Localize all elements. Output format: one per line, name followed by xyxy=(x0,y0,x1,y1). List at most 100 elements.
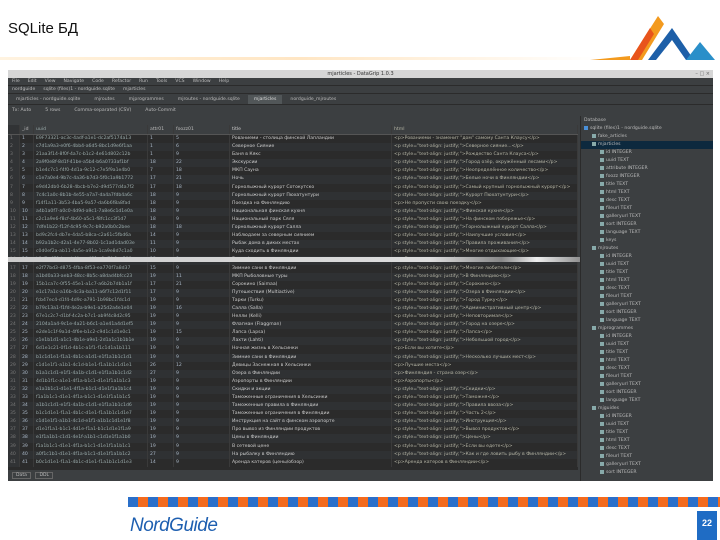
cell-uuid[interactable]: a4b1a0f7-a0c0-4d9d-a9c1-7a8e6c1d1e0a xyxy=(34,207,148,216)
tree-item[interactable]: fileurl TEXT xyxy=(581,205,713,213)
table-row[interactable]: 28 28 b1c1d1e1-f1a1-4b1c-a1d1-e1f1a1b1c1d1… xyxy=(8,353,578,362)
cell-_id[interactable]: 41 xyxy=(20,458,34,467)
cell-attr01[interactable]: 14 xyxy=(148,458,174,467)
table-row[interactable]: 7 7 e9d42db0-6b28-4bcb-b7e2-d9d577d4a7f2 17… xyxy=(8,183,578,192)
cell-html[interactable]: <p style="text-align: justify;">Сорокино… xyxy=(392,280,578,289)
cell-_id[interactable]: 33 xyxy=(20,394,34,403)
cell-attr01[interactable]: 19 xyxy=(148,377,174,386)
cell-attr01[interactable]: 19 xyxy=(148,410,174,419)
cell-foozz01[interactable]: 9 xyxy=(174,418,230,427)
tree-item[interactable]: desc TEXT xyxy=(581,197,713,205)
tree-item[interactable]: galleryurl TEXT xyxy=(581,213,713,221)
cell-attr01[interactable]: 17 xyxy=(148,288,174,297)
tree-item[interactable]: language TEXT xyxy=(581,397,713,405)
cell-_id[interactable]: 6 xyxy=(20,175,34,184)
cell-_id[interactable]: 40 xyxy=(20,450,34,459)
tree-item[interactable]: uuid TEXT xyxy=(581,157,713,165)
cell-foozz01[interactable]: 9 xyxy=(174,313,230,322)
cell-html[interactable]: <p style="text-align: justify;">Рождеств… xyxy=(392,151,578,160)
breadcrumb-item[interactable]: mjarticles xyxy=(123,87,146,92)
tab-data[interactable]: Data xyxy=(12,472,31,479)
cell-foozz01[interactable]: 9 xyxy=(174,264,230,273)
cell-uuid[interactable]: f14f1a11-3b53-4ba5-9a57-da6b6f8a8fad xyxy=(34,199,148,208)
cell-uuid[interactable]: 7c4c1a0c-8b1b-4e55-a7a7-da4a7fdb4a6c xyxy=(34,191,148,200)
table-row[interactable]: 39 39 f1a1b1c1-d1e1-4f1a-b1c1-d1e1f1a1b1c1… xyxy=(8,442,578,451)
cell-foozz01[interactable]: 9 xyxy=(174,321,230,330)
tree-item[interactable]: uuid TEXT xyxy=(581,341,713,349)
cell-_id[interactable]: 1 xyxy=(20,135,34,144)
cell-html[interactable]: <p style="text-align: justify;">Небольшо… xyxy=(392,337,578,346)
cell-html[interactable]: <p style="text-align: justify;">Скидки</… xyxy=(392,385,578,394)
tree-item[interactable]: desc TEXT xyxy=(581,365,713,373)
table-row[interactable]: 11 11 c2c1a9e6-f8cf-4b60-a5c1-f8fc1cc3f1d7… xyxy=(8,215,578,225)
column-header[interactable]: foozz01 xyxy=(174,125,230,134)
menu-item-9[interactable]: Window xyxy=(193,79,211,84)
cell-_id[interactable]: 35 xyxy=(20,410,34,419)
table-row[interactable]: 5 5 b1e4c7c1-f4f0-4d1a-9c12-c7e5f9a1e4b0 7 1… xyxy=(8,167,578,176)
cell-attr01[interactable]: 19 xyxy=(148,272,174,281)
cell-_id[interactable]: 4 xyxy=(20,159,34,168)
cell-attr01[interactable]: 14 xyxy=(148,232,174,241)
cell-attr01[interactable]: 19 xyxy=(148,353,174,362)
cell-title[interactable]: Национальный парк Сяля xyxy=(230,215,392,225)
cell-foozz01[interactable]: 9 xyxy=(174,215,230,225)
tree-item[interactable]: html TEXT xyxy=(581,189,713,197)
cell-foozz01[interactable]: 9 xyxy=(174,426,230,435)
editor-tab[interactable]: mjprogrammes xyxy=(123,95,170,104)
cell-attr01[interactable]: 19 xyxy=(148,296,174,305)
menu-item-4[interactable]: Code xyxy=(92,79,104,84)
cell-_id[interactable]: 13 xyxy=(20,232,34,241)
cell-foozz01[interactable]: 9 xyxy=(174,296,230,305)
cell-title[interactable]: Зимние сани в Финляндии xyxy=(230,264,392,273)
tree-item[interactable]: uuid TEXT xyxy=(581,261,713,269)
cell-_id[interactable]: 29 xyxy=(20,361,34,370)
cell-title[interactable]: Цены в Финляндии xyxy=(230,434,392,443)
cell-_id[interactable]: 3 xyxy=(20,151,34,160)
cell-html[interactable]: <p>Рованиеми - знаменит "дом" самому Сан… xyxy=(392,135,578,144)
cell-attr01[interactable]: 26 xyxy=(148,361,174,370)
cell-title[interactable]: Флагман (Flaggman) xyxy=(230,321,392,330)
cell-_id[interactable]: 34 xyxy=(20,402,34,411)
cell-title[interactable]: Аэропорты в Финляндии xyxy=(230,377,392,386)
cell-attr01[interactable]: 11 xyxy=(148,240,174,249)
cell-_id[interactable]: 21 xyxy=(20,296,34,305)
cell-uuid[interactable]: E9F73321-ac3c-4adf-a1e1-dc2af5174a13 xyxy=(34,135,148,144)
table-row[interactable]: 41 41 b0c1d1e1-f1a1-4b1c-d1e1-f1a1b1c1d1e3… xyxy=(8,458,578,467)
cell-attr01[interactable]: 18 xyxy=(148,207,174,216)
cell-html[interactable]: <p style="text-align: justify;">Нескольк… xyxy=(392,353,578,362)
cell-attr01[interactable]: 18 xyxy=(148,199,174,208)
cell-_id[interactable]: 12 xyxy=(20,224,34,233)
cell-html[interactable]: <p style="text-align: justify;">Горнолыж… xyxy=(392,224,578,233)
cell-uuid[interactable]: b79c13a1-f1fd-4e2a-b9e1-a25d2a4e1e04 xyxy=(34,304,148,314)
cell-attr01[interactable]: 19 xyxy=(148,394,174,403)
cell-foozz01[interactable]: 9 xyxy=(174,288,230,297)
cell-uuid[interactable]: fcb47ec4-d1f4-4d9c-a791-1b98bc1fdc1d xyxy=(34,296,148,305)
table-row[interactable]: 30 30 b1a1c1d1-e1f1-4a1b-c1d1-e1f1a1b1c1d2… xyxy=(8,369,578,378)
tree-item[interactable]: language TEXT xyxy=(581,229,713,237)
cell-title[interactable]: Ночь xyxy=(230,175,392,184)
cell-uuid[interactable]: a1b1c1d1-e1f1-4a1b-c1d1-e1f1a1b1c1d6 xyxy=(34,402,148,411)
cell-title[interactable]: Северное Сияние xyxy=(230,143,392,152)
cell-attr01[interactable]: 10 xyxy=(148,248,174,257)
cell-title[interactable]: Рованиеми - столица финской Лапландии xyxy=(230,135,392,144)
cell-foozz01[interactable]: 9 xyxy=(174,450,230,459)
cell-attr01[interactable]: 1 xyxy=(148,151,174,160)
cell-_id[interactable]: 30 xyxy=(20,369,34,378)
cell-foozz01[interactable]: 21 xyxy=(174,280,230,289)
tree-item[interactable]: id INTEGER xyxy=(581,413,713,421)
cell-attr01[interactable]: 18 xyxy=(148,215,174,225)
tree-item[interactable]: galleryurl TEXT xyxy=(581,301,713,309)
cell-title[interactable]: Таможенные ограничения в Хельсинки xyxy=(230,394,392,403)
cell-attr01[interactable]: 19 xyxy=(148,402,174,411)
cell-uuid[interactable]: b1c1d1e1-f1a1-4b1c-a1d1-e1f1a1b1c1d1 xyxy=(34,353,148,362)
cell-html[interactable]: <p style="text-align: justify;">Город на… xyxy=(392,321,578,330)
cell-foozz01[interactable]: 9 xyxy=(174,151,230,160)
cell-title[interactable]: Озера в Финляндии xyxy=(230,369,392,378)
menu-item-8[interactable]: VCS xyxy=(175,79,184,84)
table-row[interactable]: 17 17 e2f77bd3-d875-4fba-8f53-ea770f7a8d37… xyxy=(8,264,578,273)
cell-_id[interactable]: 28 xyxy=(20,353,34,362)
cell-foozz01[interactable]: 16 xyxy=(174,304,230,314)
table-row[interactable]: 33 33 f1a1b1c1-d1e1-4f1a-b1c1-d1e1f1a1b1c5… xyxy=(8,394,578,403)
table-row[interactable]: 10 10 a4b1a0f7-a0c0-4d9d-a9c1-7a8e6c1d1e0a… xyxy=(8,207,578,216)
cell-_id[interactable]: 17 xyxy=(20,264,34,273)
